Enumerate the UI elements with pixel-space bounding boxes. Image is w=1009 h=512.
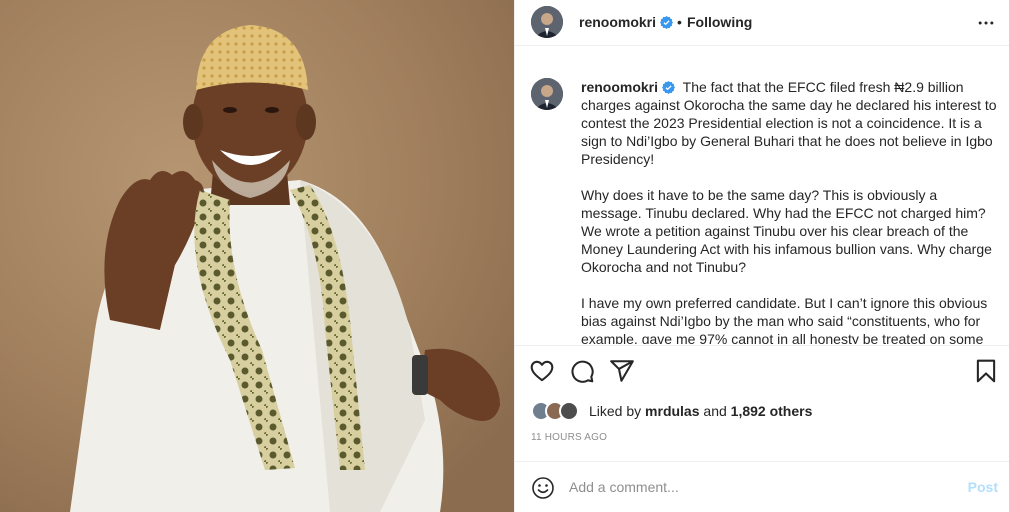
- post-comment-button[interactable]: Post: [968, 479, 998, 495]
- caption-paragraph-1: renoomokri The fact that the EFCC filed …: [581, 78, 999, 168]
- likes-count[interactable]: 1,892 others: [731, 403, 813, 419]
- caption-paragraph-3: I have my own preferred candidate. But I…: [581, 295, 988, 344]
- caption-username-text[interactable]: renoomokri: [581, 79, 658, 95]
- liker-avatar[interactable]: [559, 401, 579, 421]
- caption-author-avatar-image: [531, 78, 563, 110]
- more-options-icon[interactable]: [976, 13, 996, 33]
- liker-avatars[interactable]: [531, 401, 583, 421]
- post-actions-bar: [515, 345, 1009, 395]
- bookmark-icon[interactable]: [973, 358, 999, 384]
- post-details-panel: renoomokri • Following renoomokri The fa…: [514, 0, 1009, 512]
- likes-text: Liked by mrdulas and 1,892 others: [589, 403, 812, 419]
- caption-username[interactable]: renoomokri: [581, 79, 676, 95]
- header-separator: •: [677, 14, 682, 30]
- author-avatar[interactable]: [531, 6, 563, 38]
- post-timestamp[interactable]: 11 HOURS AGO: [531, 432, 607, 443]
- author-avatar-image: [531, 6, 563, 38]
- caption-paragraph-2: Why does it have to be the same day? Thi…: [581, 187, 992, 275]
- caption-author-avatar[interactable]: [531, 78, 563, 110]
- emoji-icon[interactable]: [531, 476, 555, 500]
- caption-area[interactable]: renoomokri The fact that the EFCC filed …: [515, 54, 1009, 344]
- likes-middle: and: [703, 403, 727, 419]
- liked-by-user[interactable]: mrdulas: [645, 403, 699, 419]
- post-image[interactable]: [0, 0, 514, 512]
- post-caption: renoomokri The fact that the EFCC filed …: [581, 78, 999, 344]
- likes-summary: Liked by mrdulas and 1,892 others: [531, 400, 812, 422]
- comment-input[interactable]: [569, 476, 949, 498]
- post-photo-illustration: [0, 0, 514, 512]
- post-header: renoomokri • Following: [515, 0, 1009, 46]
- heart-icon[interactable]: [529, 358, 555, 384]
- author-username-text[interactable]: renoomokri: [579, 14, 656, 30]
- author-username[interactable]: renoomokri: [579, 14, 674, 30]
- following-button[interactable]: Following: [687, 14, 752, 30]
- share-icon[interactable]: [609, 358, 635, 384]
- likes-prefix: Liked by: [589, 403, 642, 419]
- verified-badge-icon: [662, 81, 676, 94]
- comment-icon[interactable]: [569, 358, 595, 384]
- verified-badge-icon: [660, 16, 674, 29]
- comment-bar: Post: [515, 461, 1009, 512]
